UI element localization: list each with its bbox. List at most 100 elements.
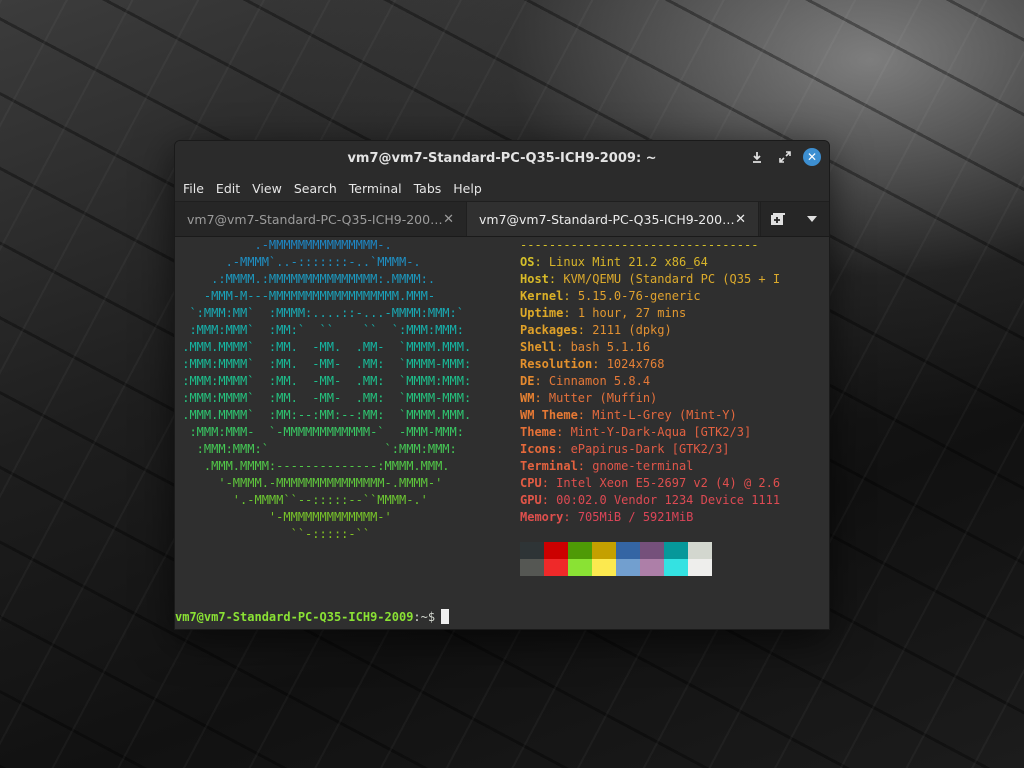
prompt-line[interactable]: vm7@vm7-Standard-PC-Q35-ICH9-2009:~$: [175, 609, 450, 626]
info-value: Mint-Y-Dark-Aqua [GTK2/3]: [570, 425, 752, 439]
palette-swatch: [664, 542, 688, 559]
info-key: DE: [520, 374, 535, 388]
info-colon: :: [563, 510, 578, 524]
info-line: Memory: 705MiB / 5921MiB: [520, 509, 820, 526]
info-value: Intel Xeon E5-2697 v2 (4) @ 2.6: [556, 476, 781, 490]
tab-1-close-icon[interactable]: ✕: [443, 212, 454, 227]
info-value: bash 5.1.16: [570, 340, 651, 354]
info-key: CPU: [520, 476, 542, 490]
menu-edit[interactable]: Edit: [210, 181, 246, 196]
info-colon: :: [541, 493, 557, 507]
palette-swatch: [640, 559, 664, 576]
new-tab-icon[interactable]: [760, 202, 795, 236]
info-key: Host: [520, 272, 549, 286]
ascii-logo-line: .-MMMM`..-:::::::-..`MMMM-.: [175, 255, 421, 269]
info-colon: :: [556, 340, 571, 354]
info-key: Packages: [520, 323, 578, 337]
palette-swatch: [520, 559, 544, 576]
info-colon: :: [534, 374, 549, 388]
window-titlebar[interactable]: vm7@vm7-Standard-PC-Q35-ICH9-2009: ~ ✕: [175, 141, 829, 175]
ascii-logo-line: '.-MMMM``--:::::--``MMMM-.': [175, 493, 428, 507]
chevron-down-icon[interactable]: [795, 202, 829, 236]
info-colon: :: [556, 442, 571, 456]
info-colon: :: [556, 425, 571, 439]
info-key: Shell: [520, 340, 557, 354]
info-line: Theme: Mint-Y-Dark-Aqua [GTK2/3]: [520, 424, 820, 441]
info-value: ePapirus-Dark [GTK2/3]: [570, 442, 730, 456]
color-palette: [520, 542, 712, 576]
terminal-window[interactable]: vm7@vm7-Standard-PC-Q35-ICH9-2009: ~ ✕ F…: [174, 140, 830, 630]
system-info: --------------------------------- OS: Lin…: [520, 237, 820, 526]
info-colon: :: [577, 323, 593, 337]
info-value: 1024x768: [606, 357, 665, 371]
prompt-path: :~$: [413, 610, 436, 624]
info-line: Shell: bash 5.1.16: [520, 339, 820, 356]
info-key: WM: [520, 391, 535, 405]
ascii-logo-line: .MMM.MMMM` :MM. -MM. .MM- `MMMM.MMM.: [175, 340, 472, 354]
palette-swatch: [688, 559, 712, 576]
prompt-user-host: vm7@vm7-Standard-PC-Q35-ICH9-2009: [175, 610, 414, 624]
info-line: Icons: ePapirus-Dark [GTK2/3]: [520, 441, 820, 458]
info-colon: :: [563, 306, 578, 320]
info-line: OS: Linux Mint 21.2 x86_64: [520, 254, 820, 271]
ascii-logo-line: '-MMMM.-MMMMMMMMMMMMMMM-.MMMM-': [175, 476, 443, 490]
info-line: Kernel: 5.15.0-76-generic: [520, 288, 820, 305]
ascii-logo-line: :MMM:MMMM` :MM. -MM- .MM: `MMMM-MMM:: [175, 357, 472, 371]
menu-help[interactable]: Help: [447, 181, 488, 196]
info-key: WM Theme: [520, 408, 578, 422]
minimize-icon[interactable]: [747, 147, 767, 167]
ascii-logo-line: '-MMMMMMMMMMMMM-': [175, 510, 392, 524]
ascii-logo-line: :MMM:MMM- `-MMMMMMMMMMMM-` -MMM-MMM:: [175, 425, 464, 439]
info-key: Icons: [520, 442, 557, 456]
info-value: Mutter (Muffin): [548, 391, 658, 405]
menu-view[interactable]: View: [246, 181, 288, 196]
tab-2-close-icon[interactable]: ✕: [735, 212, 746, 227]
info-value: Cinnamon 5.8.4: [548, 374, 651, 388]
tab-1[interactable]: vm7@vm7-Standard-PC-Q35-ICH9-200… ✕: [175, 202, 467, 236]
terminal-output[interactable]: .-MMMMMMMMMMMMMMM-. .-MMMM`..-:::::::-..…: [175, 237, 829, 629]
tab-2[interactable]: vm7@vm7-Standard-PC-Q35-ICH9-200… ✕: [467, 202, 759, 236]
ascii-logo-line: .-MMMMMMMMMMMMMMM-.: [175, 238, 392, 252]
window-title: vm7@vm7-Standard-PC-Q35-ICH9-2009: ~: [347, 150, 657, 166]
info-line: Packages: 2111 (dpkg): [520, 322, 820, 339]
ascii-logo-line: .MMM.MMMM:--------------:MMMM.MMM.: [175, 459, 450, 473]
ascii-logo-line: :MMM:MMMM` :MM. -MM- .MM: `MMMM-MMM:: [175, 391, 472, 405]
maximize-icon[interactable]: [775, 147, 795, 167]
info-line: DE: Cinnamon 5.8.4: [520, 373, 820, 390]
info-colon: :: [577, 459, 593, 473]
palette-swatch: [568, 542, 592, 559]
window-controls: ✕: [747, 147, 821, 167]
info-value: 1 hour, 27 mins: [577, 306, 687, 320]
close-icon[interactable]: ✕: [803, 148, 821, 166]
palette-swatch: [664, 559, 688, 576]
menu-file[interactable]: File: [177, 181, 210, 196]
menu-bar: File Edit View Search Terminal Tabs Help: [175, 175, 829, 201]
text-cursor: [441, 609, 450, 624]
menu-search[interactable]: Search: [288, 181, 343, 196]
info-colon: :: [541, 476, 557, 490]
menu-tabs[interactable]: Tabs: [408, 181, 448, 196]
palette-swatch: [616, 559, 640, 576]
ascii-logo-line: ``-:::::-``: [175, 527, 371, 541]
palette-swatch: [592, 559, 616, 576]
ascii-logo-line: .MMM.MMMM` :MM:--:MM:--:MM: `MMMM.MMM.: [175, 408, 472, 422]
tab-actions: [760, 202, 829, 236]
info-value: 00:02.0 Vendor 1234 Device 1111: [556, 493, 781, 507]
info-line: Terminal: gnome-terminal: [520, 458, 820, 475]
info-line: GPU: 00:02.0 Vendor 1234 Device 1111: [520, 492, 820, 509]
info-value: KVM/QEMU (Standard PC (Q35 + I: [563, 272, 781, 286]
info-colon: :: [563, 289, 578, 303]
ascii-logo-line: -MMM-M---MMMMMMMMMMMMMMMMMM.MMM-: [175, 289, 436, 303]
ascii-logo-line: :MMM:MMM` :MM:` `` `` `:MMM:MMM:: [175, 323, 464, 337]
ascii-logo-line: .:MMMM.:MMMMMMMMMMMMMMM:.MMMM:.: [175, 272, 436, 286]
info-key: Memory: [520, 510, 564, 524]
tab-2-label: vm7@vm7-Standard-PC-Q35-ICH9-200…: [479, 211, 735, 227]
menu-terminal[interactable]: Terminal: [343, 181, 408, 196]
info-value: Linux Mint 21.2 x86_64: [548, 255, 708, 269]
info-value: gnome-terminal: [592, 459, 694, 473]
palette-swatch: [544, 542, 568, 559]
info-colon: :: [534, 255, 549, 269]
info-line: Host: KVM/QEMU (Standard PC (Q35 + I: [520, 271, 820, 288]
palette-swatch: [616, 542, 640, 559]
info-value: 5.15.0-76-generic: [577, 289, 701, 303]
